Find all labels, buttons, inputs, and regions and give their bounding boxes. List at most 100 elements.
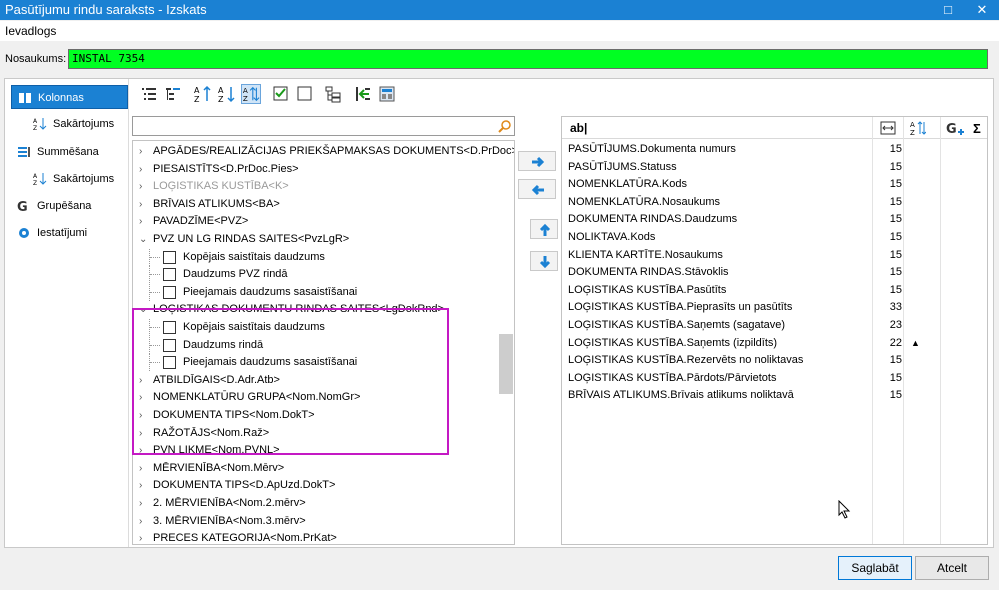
nav-sakartojums-2[interactable]: AZ Sakārtojums xyxy=(11,167,128,191)
chevron-right-icon[interactable]: › xyxy=(139,495,149,512)
width-icon[interactable] xyxy=(880,121,896,135)
sort-ascending-icon[interactable]: ▲ xyxy=(911,335,920,352)
chevron-right-icon[interactable]: › xyxy=(139,442,149,459)
column-length[interactable]: 15 xyxy=(880,176,902,193)
field-checkbox[interactable] xyxy=(163,356,176,370)
search-icon[interactable] xyxy=(498,119,512,133)
close-button[interactable]: ✕ xyxy=(968,0,996,20)
scrollbar-thumb[interactable] xyxy=(499,334,513,394)
column-length[interactable]: 15 xyxy=(880,141,902,158)
nav-sakartojums-1[interactable]: AZ Sakārtojums xyxy=(11,112,128,136)
export-icon[interactable] xyxy=(377,84,397,104)
svg-text:G: G xyxy=(17,200,28,213)
column-length[interactable]: 15 xyxy=(880,159,902,176)
chevron-right-icon[interactable]: › xyxy=(139,196,149,213)
chevron-down-icon[interactable]: ⌄ xyxy=(139,301,149,318)
nav-grupesana[interactable]: G Grupēšana xyxy=(11,194,128,218)
column-row[interactable]: KLIENTA KARTĪTE.Nosaukums 15 xyxy=(562,247,987,264)
collapse-all-icon[interactable] xyxy=(163,84,183,104)
chevron-down-icon[interactable]: ⌄ xyxy=(139,231,149,248)
check-all-icon[interactable] xyxy=(271,84,291,104)
name-input[interactable]: INSTAL 7354 xyxy=(68,49,988,69)
nav-summesana[interactable]: Summēšana xyxy=(11,140,128,164)
nav-kolonnas[interactable]: Kolonnas xyxy=(11,85,128,109)
group-add-icon[interactable]: G xyxy=(946,120,964,136)
column-length[interactable]: 15 xyxy=(880,387,902,404)
tree-item-label: Daudzums rindā xyxy=(183,338,264,351)
column-row[interactable]: PASŪTĪJUMS.Statuss 15 xyxy=(562,159,987,176)
move-down-button[interactable] xyxy=(530,251,558,271)
sort-toggle-icon[interactable]: AZ xyxy=(241,84,261,104)
tree-item-label: LOĢISTIKAS KUSTĪBA<K> xyxy=(153,180,289,193)
field-checkbox[interactable] xyxy=(163,268,176,282)
column-row[interactable]: NOMENKLATŪRA.Kods 15 xyxy=(562,176,987,193)
uncheck-all-icon[interactable] xyxy=(295,84,315,104)
expand-all-icon[interactable] xyxy=(139,84,159,104)
column-row[interactable]: BRĪVAIS ATLIKUMS.Brīvais atlikums nolikt… xyxy=(562,387,987,404)
menu-bar: Ievadlogs xyxy=(0,21,999,41)
field-checkbox[interactable] xyxy=(163,285,176,299)
sort-descending-icon[interactable]: AZ xyxy=(217,84,237,104)
sort-ascending-icon[interactable]: AZ xyxy=(193,84,213,104)
column-row[interactable]: DOKUMENTA RINDAS.Daudzums 15 xyxy=(562,211,987,228)
svg-text:Z: Z xyxy=(194,95,200,104)
column-length[interactable]: 15 xyxy=(880,229,902,246)
maximize-button[interactable]: □ xyxy=(934,0,962,20)
chevron-right-icon[interactable]: › xyxy=(139,213,149,230)
gear-icon xyxy=(19,228,29,238)
chevron-right-icon[interactable]: › xyxy=(139,477,149,494)
column-length[interactable]: 15 xyxy=(880,352,902,369)
tree-item-label: 2. MĒRVIENĪBA<Nom.2.mērv> xyxy=(153,497,306,509)
chevron-right-icon[interactable]: › xyxy=(139,389,149,406)
sum-icon[interactable]: Σ xyxy=(973,121,981,136)
field-checkbox[interactable] xyxy=(163,250,176,264)
column-row[interactable]: LOĢISTIKAS KUSTĪBA.Pasūtīts 15 xyxy=(562,282,987,299)
chevron-right-icon[interactable]: › xyxy=(139,143,149,160)
column-length[interactable]: 15 xyxy=(880,282,902,299)
chevron-right-icon[interactable]: › xyxy=(139,161,149,178)
chevron-right-icon[interactable]: › xyxy=(139,178,149,195)
column-row[interactable]: LOĢISTIKAS KUSTĪBA.Pārdots/Pārvietots 15 xyxy=(562,370,987,387)
column-row[interactable]: DOKUMENTA RINDAS.Stāvoklis 15 xyxy=(562,264,987,281)
move-left-icon[interactable] xyxy=(353,84,373,104)
chevron-right-icon[interactable]: › xyxy=(139,513,149,530)
column-name: LOĢISTIKAS KUSTĪBA.Pieprasīts un pasūtīt… xyxy=(568,301,793,314)
column-length[interactable]: 22 xyxy=(880,335,902,352)
column-row[interactable]: LOĢISTIKAS KUSTĪBA.Rezervēts no noliktav… xyxy=(562,352,987,369)
column-length[interactable]: 15 xyxy=(880,264,902,281)
column-row[interactable]: LOĢISTIKAS KUSTĪBA.Saņemts (sagatave) 23 xyxy=(562,317,987,334)
svg-text:Z: Z xyxy=(218,95,224,104)
column-row[interactable]: NOLIKTAVA.Kods 15 xyxy=(562,229,987,246)
add-column-button[interactable] xyxy=(518,151,556,171)
save-button[interactable]: Saglabāt xyxy=(838,556,912,580)
tree-item-label: Daudzums PVZ rindā xyxy=(183,268,288,281)
column-length[interactable]: 23 xyxy=(880,317,902,334)
tree-view-icon[interactable] xyxy=(323,84,343,104)
tree-scrollbar[interactable] xyxy=(499,142,513,543)
svg-text:A: A xyxy=(194,86,200,95)
column-length[interactable]: 15 xyxy=(880,211,902,228)
chevron-right-icon[interactable]: › xyxy=(139,530,149,544)
column-length[interactable]: 15 xyxy=(880,247,902,264)
column-name: KLIENTA KARTĪTE.Nosaukums xyxy=(568,248,723,261)
move-up-button[interactable] xyxy=(530,219,558,239)
menu-ievadlogs[interactable]: Ievadlogs xyxy=(5,24,56,38)
field-checkbox[interactable] xyxy=(163,321,176,334)
column-row[interactable]: LOĢISTIKAS KUSTĪBA.Pieprasīts un pasūtīt… xyxy=(562,299,987,316)
chevron-right-icon[interactable]: › xyxy=(139,425,149,442)
field-checkbox[interactable] xyxy=(163,338,176,352)
column-length[interactable]: 33 xyxy=(880,299,902,316)
cancel-button[interactable]: Atcelt xyxy=(915,556,989,580)
column-row[interactable]: LOĢISTIKAS KUSTĪBA.Saņemts (izpildīts) 22… xyxy=(562,335,987,352)
remove-column-button[interactable] xyxy=(518,179,556,199)
chevron-right-icon[interactable]: › xyxy=(139,460,149,477)
column-row[interactable]: PASŪTĪJUMS.Dokumenta numurs 15 xyxy=(562,141,987,158)
chevron-right-icon[interactable]: › xyxy=(139,407,149,424)
sort-az-icon[interactable]: AZ xyxy=(910,120,926,136)
column-length[interactable]: 15 xyxy=(880,370,902,387)
column-row[interactable]: NOMENKLATŪRA.Nosaukums 15 xyxy=(562,194,987,211)
nav-iestatijumi[interactable]: Iestatījumi xyxy=(11,221,128,245)
search-input[interactable] xyxy=(135,118,495,134)
chevron-right-icon[interactable]: › xyxy=(139,372,149,389)
column-length[interactable]: 15 xyxy=(880,194,902,211)
